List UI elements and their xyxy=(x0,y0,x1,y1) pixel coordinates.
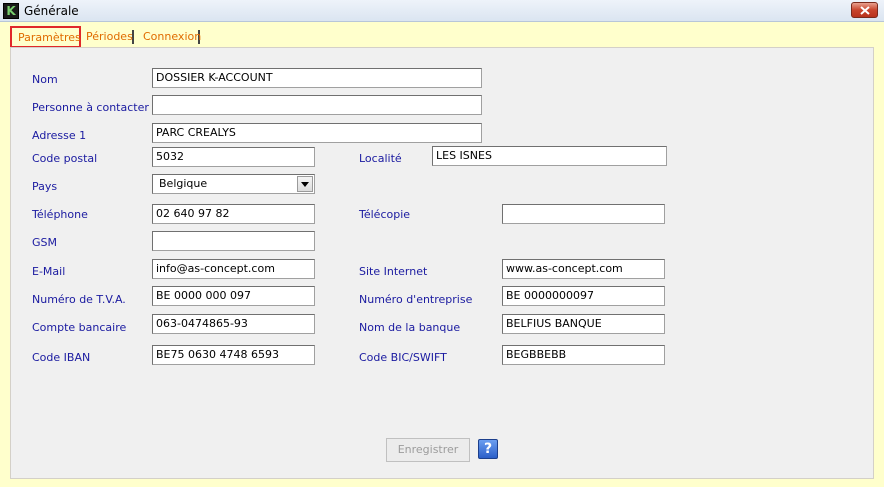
nom-field[interactable]: DOSSIER K-ACCOUNT xyxy=(152,68,482,88)
email-label: E-Mail xyxy=(32,265,66,278)
bic-field[interactable]: BEGBBEBB xyxy=(502,345,665,365)
window-title: Générale xyxy=(24,4,79,18)
entreprise-label: Numéro d'entreprise xyxy=(359,293,473,306)
gsm-field[interactable] xyxy=(152,231,315,251)
help-button[interactable]: ? xyxy=(478,439,498,459)
tva-field[interactable]: BE 0000 000 097 xyxy=(152,286,315,306)
banque-field[interactable]: BELFIUS BANQUE xyxy=(502,314,665,334)
bic-label: Code BIC/SWIFT xyxy=(359,351,447,364)
title-bar: K Générale xyxy=(0,0,884,22)
code-postal-field[interactable]: 5032 xyxy=(152,147,315,167)
gsm-label: GSM xyxy=(32,236,57,249)
tab-connexion[interactable]: Connexion xyxy=(137,30,201,44)
nom-label: Nom xyxy=(32,73,58,86)
site-internet-label: Site Internet xyxy=(359,265,428,278)
iban-field[interactable]: BE75 0630 4748 6593 xyxy=(152,345,315,365)
localite-field[interactable]: LES ISNES xyxy=(432,146,667,166)
entreprise-field[interactable]: BE 0000000097 xyxy=(502,286,665,306)
adresse-field[interactable]: PARC CREALYS xyxy=(152,123,482,143)
site-internet-field[interactable]: www.as-concept.com xyxy=(502,259,665,279)
personne-field[interactable] xyxy=(152,95,482,115)
personne-label: Personne à contacter xyxy=(32,101,149,114)
compte-label: Compte bancaire xyxy=(32,321,127,334)
window-bottom-edge xyxy=(0,482,884,487)
pays-value: Belgique xyxy=(159,177,208,190)
chevron-down-icon xyxy=(301,182,309,187)
code-postal-label: Code postal xyxy=(32,152,98,165)
tab-periodes[interactable]: Périodes xyxy=(80,30,134,44)
help-icon: ? xyxy=(483,441,493,457)
iban-label: Code IBAN xyxy=(32,351,91,364)
telephone-field[interactable]: 02 640 97 82 xyxy=(152,204,315,224)
pays-dropdown-button[interactable] xyxy=(297,176,313,192)
adresse-label: Adresse 1 xyxy=(32,129,87,142)
save-button[interactable]: Enregistrer xyxy=(386,438,470,462)
email-field[interactable]: info@as-concept.com xyxy=(152,259,315,279)
app-logo-icon: K xyxy=(3,3,19,19)
pays-select[interactable]: Belgique xyxy=(152,174,315,194)
localite-label: Localité xyxy=(359,152,402,165)
telephone-label: Téléphone xyxy=(32,208,88,221)
close-button[interactable] xyxy=(851,2,878,18)
close-icon xyxy=(860,6,870,15)
tab-parametres[interactable]: Paramètres xyxy=(10,26,81,48)
form-panel: Nom DOSSIER K-ACCOUNT Personne à contact… xyxy=(10,47,874,479)
tva-label: Numéro de T.V.A. xyxy=(32,293,126,306)
banque-label: Nom de la banque xyxy=(359,321,461,334)
telecopie-field[interactable] xyxy=(502,204,665,224)
telecopie-label: Télécopie xyxy=(359,208,411,221)
pays-label: Pays xyxy=(32,180,58,193)
compte-field[interactable]: 063-0474865-93 xyxy=(152,314,315,334)
